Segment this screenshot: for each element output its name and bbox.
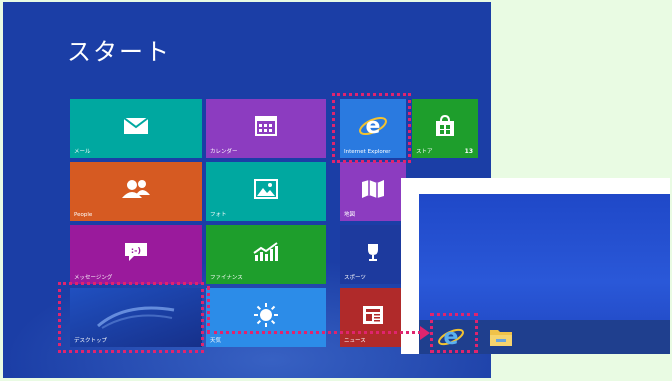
tile-maps[interactable]: 地図 (340, 162, 406, 221)
maps-icon (362, 179, 384, 198)
mail-icon (123, 116, 149, 134)
connector-vertical (207, 286, 210, 334)
file-explorer-icon[interactable] (489, 326, 513, 348)
messaging-icon: :-) (125, 242, 147, 261)
store-icon (436, 114, 454, 136)
highlight-ie-tile (332, 93, 411, 163)
tile-sports[interactable]: スポーツ (340, 225, 406, 284)
tile-label: 天気 (210, 338, 222, 344)
tile-label: スポーツ (344, 275, 366, 281)
tile-messaging[interactable]: :-) メッセージング (70, 225, 202, 284)
tile-store[interactable]: ストア 13 (412, 99, 478, 158)
tile-mail[interactable]: メール (70, 99, 202, 158)
sports-trophy-icon (368, 243, 378, 261)
tile-label: ストア (416, 149, 433, 155)
people-icon (122, 179, 150, 198)
connector-horizontal (207, 331, 421, 334)
svg-text::-): :-) (131, 246, 141, 255)
tile-weather[interactable]: 天気 (206, 288, 326, 347)
tile-news[interactable]: ニュース (340, 288, 406, 347)
highlight-taskbar-ie (430, 313, 478, 353)
photos-icon (254, 178, 278, 199)
start-title: スタート (67, 38, 171, 66)
tile-label: People (74, 212, 93, 218)
tile-label: 地図 (344, 212, 356, 218)
tile-label: ニュース (344, 338, 366, 344)
tile-photos[interactable]: フォト (206, 162, 326, 221)
tile-people[interactable]: People (70, 162, 202, 221)
tile-label: ファイナンス (210, 275, 243, 281)
tile-label: メッセージング (74, 275, 113, 281)
tile-label: カレンダー (210, 149, 238, 155)
finance-chart-icon (253, 241, 278, 261)
highlight-desktop-tile (58, 282, 204, 353)
calendar-icon (255, 115, 277, 136)
store-badge: 13 (464, 148, 473, 155)
sun-icon (254, 302, 278, 327)
tile-label: メール (74, 149, 91, 155)
tile-label: フォト (210, 212, 227, 218)
connector-arrowhead (420, 326, 430, 340)
news-icon (363, 305, 383, 324)
tile-finance[interactable]: ファイナンス (206, 225, 326, 284)
tile-calendar[interactable]: カレンダー (206, 99, 326, 158)
